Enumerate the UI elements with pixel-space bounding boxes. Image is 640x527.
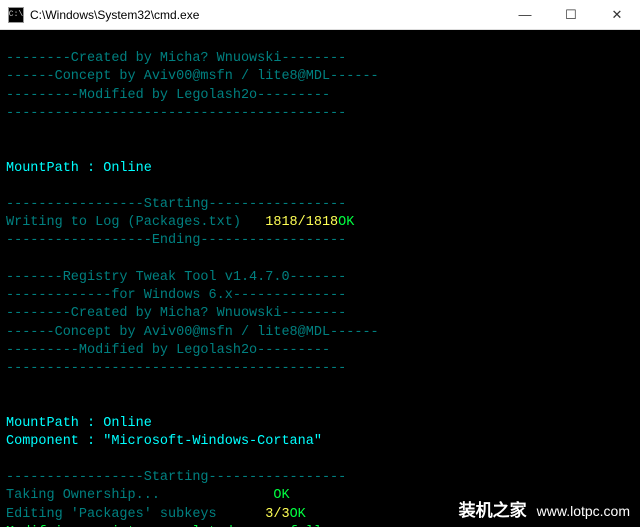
credit-line: ---------Modified by Legolash2o--------- (6, 343, 330, 358)
status-ok: OK (338, 215, 354, 230)
task-ownership: Taking Ownership... (6, 488, 160, 503)
section-ending: ------------------Ending----------------… (6, 233, 346, 248)
status-ok: OK (290, 507, 306, 522)
mountpath-value: Online (103, 161, 152, 176)
divider-line: ----------------------------------------… (6, 361, 346, 376)
credit-line: --------Created by Micha? Wnuowski------… (6, 306, 346, 321)
window-controls: — ☐ ✕ (502, 0, 640, 29)
divider-line: ----------------------------------------… (6, 106, 346, 121)
cmd-icon: C:\ (8, 7, 24, 23)
log-progress: 1818/1818 (265, 215, 338, 230)
credit-line: ------Concept by Aviv00@msfn / lite8@MDL… (6, 69, 379, 84)
component-value: "Microsoft-Windows-Cortana" (103, 434, 322, 449)
mountpath-value: Online (103, 416, 152, 431)
credit-line: ------Concept by Aviv00@msfn / lite8@MDL… (6, 325, 379, 340)
watermark-brand: 装机之家 (459, 496, 527, 521)
component-label: Component : (6, 434, 103, 449)
log-writing-label: Writing to Log (Packages.txt) (6, 215, 265, 230)
credit-line: --------Created by Micha? Wnuowski------… (6, 51, 346, 66)
maximize-button[interactable]: ☐ (548, 0, 594, 29)
tool-windows-line: -------------for Windows 6.x------------… (6, 288, 346, 303)
console-output: --------Created by Micha? Wnuowski------… (0, 30, 640, 527)
watermark-url: www.lotpc.com (537, 503, 630, 519)
window-titlebar: C:\ C:\Windows\System32\cmd.exe — ☐ ✕ (0, 0, 640, 30)
mountpath-label: MountPath : (6, 161, 103, 176)
mountpath-label: MountPath : (6, 416, 103, 431)
credit-line: ---------Modified by Legolash2o--------- (6, 88, 330, 103)
tool-title-line: -------Registry Tweak Tool v1.4.7.0-----… (6, 270, 346, 285)
status-ok: OK (273, 488, 289, 503)
watermark: 装机之家 www.lotpc.com (459, 496, 630, 521)
progress-count: 3/3 (265, 507, 289, 522)
minimize-button[interactable]: — (502, 0, 548, 29)
task-edit-subkeys: Editing 'Packages' subkeys (6, 507, 217, 522)
window-title: C:\Windows\System32\cmd.exe (30, 8, 502, 22)
section-starting: -----------------Starting---------------… (6, 470, 346, 485)
close-button[interactable]: ✕ (594, 0, 640, 29)
section-starting: -----------------Starting---------------… (6, 197, 346, 212)
